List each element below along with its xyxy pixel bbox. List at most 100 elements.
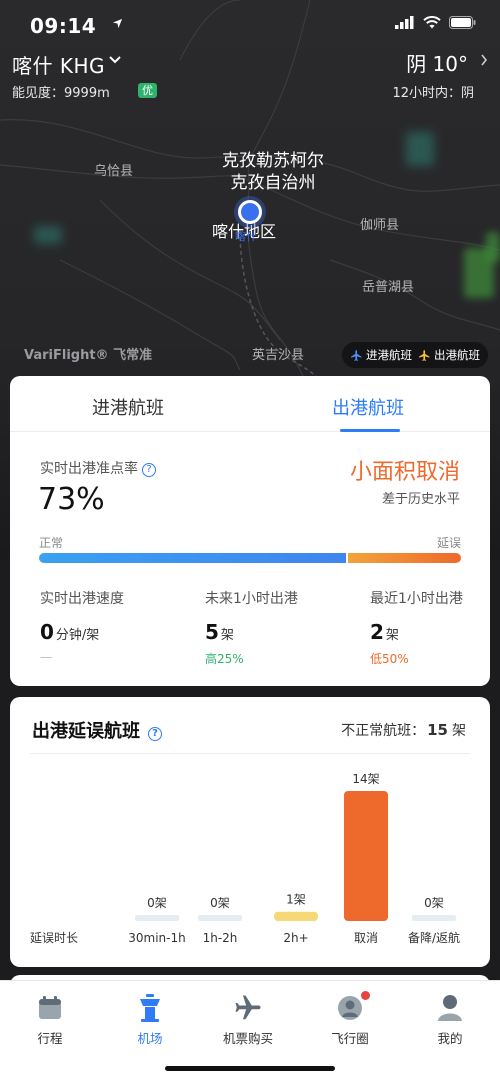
chart-bar — [344, 791, 388, 921]
flight-tabs: 进港航班 出港航班 — [10, 376, 490, 432]
legend-arrivals: 进港航班 — [350, 347, 412, 363]
chart-tick-label: 2h+ — [283, 931, 308, 945]
chevron-down-icon[interactable] — [109, 55, 121, 65]
help-icon[interactable]: ? — [142, 463, 156, 477]
visibility-row: 能见度：9999m 优 12小时内：阴 — [12, 82, 488, 102]
map-label-wuqia: 乌恰县 — [94, 164, 134, 179]
abnormal-unit: 架 — [452, 723, 466, 739]
departure-punctuality-card: 进港航班 出港航班 实时出港准点率? 73% 小面积取消 差于历史水平 正常 延… — [10, 376, 490, 686]
ontime-rate-label-text: 实时出港准点率 — [40, 461, 138, 477]
ontime-progress-delay — [348, 553, 461, 563]
nav-item-me[interactable]: 我的 — [410, 993, 490, 1047]
tab-departures[interactable]: 出港航班 — [332, 394, 404, 420]
nav-label-circle: 飞行圈 — [331, 1031, 369, 1046]
bar-label-normal: 正常 — [39, 536, 64, 550]
legend-departures: 出港航班 — [418, 347, 480, 363]
nav-label-trips: 行程 — [37, 1031, 63, 1046]
bar-label-delay: 延误 — [436, 536, 461, 550]
chart-tick-label: 30min-1h — [128, 931, 185, 945]
status-time: 09:14 — [30, 14, 97, 38]
departure-delay-card: 出港延误航班? 不正常航班： 15 架 延误时长 0架 30min-1h 0架 1h-2h 1… — [10, 697, 490, 967]
abnormal-value: 15 — [427, 721, 448, 739]
tab-arrivals[interactable]: 进港航班 — [92, 394, 164, 420]
chart-data-label: 0架 — [147, 896, 167, 910]
variflight-logo: VariFlight® 飞常准 — [24, 348, 153, 363]
chart-data-label: 0架 — [424, 896, 444, 910]
map-label-yuepuhu: 岳普湖县 — [362, 280, 415, 295]
stat-change: 低50% — [370, 652, 409, 666]
stat-value-number: 5 — [205, 620, 219, 644]
stat-value-unit: 架 — [220, 628, 234, 643]
stat-value: 0 分钟/架 — [40, 620, 124, 644]
plane-departure-icon — [419, 349, 430, 361]
delay-card-title: 出港延误航班? — [32, 717, 162, 743]
chart-data-label: 14架 — [352, 772, 379, 786]
map-label-kashgar-sub: 喀什 — [235, 230, 257, 243]
airport-name[interactable]: 喀什 KHG — [12, 50, 105, 79]
calendar-icon — [39, 996, 61, 1019]
chart-tick-label: 1h-2h — [203, 931, 238, 945]
nav-item-circle[interactable]: 飞行圈 — [310, 991, 390, 1047]
nav-label-tickets: 机票购买 — [222, 1031, 273, 1046]
map-label-yingjisha: 英吉沙县 — [252, 348, 305, 363]
wifi-icon — [423, 16, 441, 29]
abnormal-flights-count: 不正常航班： 15 架 — [341, 720, 466, 740]
airport-location-pin[interactable] — [238, 200, 262, 224]
stat-change: — — [40, 650, 52, 664]
abnormal-label: 不正常航班： — [341, 723, 426, 739]
ontime-rate-value: 73% — [38, 482, 105, 517]
status-bar: 09:14 — [0, 0, 500, 44]
battery-icon — [449, 16, 476, 29]
nav-item-trips[interactable]: 行程 — [10, 993, 90, 1047]
weather-now[interactable]: 阴 10° — [406, 48, 468, 77]
legend-arrivals-label: 进港航班 — [366, 348, 412, 362]
chart-bar — [412, 915, 456, 921]
stat-value-unit: 架 — [385, 628, 399, 643]
map-label-jiashi: 伽师县 — [360, 218, 400, 233]
location-arrow-icon — [112, 18, 123, 29]
tab-active-indicator — [340, 429, 400, 432]
status-icons — [395, 16, 476, 29]
nav-item-airport[interactable]: 机场 — [110, 993, 190, 1047]
map-label-kezhou-line1: 克孜勒苏柯尔 — [222, 151, 324, 171]
delay-card-title-text: 出港延误航班 — [32, 721, 140, 742]
airplane-icon — [235, 995, 261, 1020]
legend-departures-label: 出港航班 — [434, 348, 480, 362]
help-icon[interactable]: ? — [148, 727, 162, 741]
chart-tick-label: 备降/返航 — [408, 930, 460, 945]
ontime-progress-normal — [39, 553, 346, 563]
delay-bar-chart: 延误时长 0架 30min-1h 0架 1h-2h 1架 2h+ 14架取消 0架备降/返航 — [10, 757, 490, 967]
stat-last-hour: 最近1小时出港 2架 低50% — [370, 588, 463, 667]
notification-dot — [361, 991, 370, 1000]
chart-bar — [198, 915, 242, 921]
bottom-nav: 行程 机场 机票购买 飞行圈 我的 — [0, 980, 500, 1081]
airport-status: 小面积取消 — [349, 460, 460, 485]
stat-value-unit: 分钟/架 — [55, 628, 100, 643]
stat-next-hour: 未来1小时出港 5架 高25% — [205, 588, 298, 667]
stat-value: 5架 — [205, 620, 298, 644]
user-icon — [438, 995, 462, 1021]
plane-arrival-icon — [351, 349, 362, 361]
nav-item-tickets[interactable]: 机票购买 — [208, 993, 288, 1047]
cellular-signal-icon — [395, 16, 414, 29]
map-label-kezhou-line2: 克孜自治州 — [230, 173, 316, 193]
divider — [30, 753, 470, 754]
stat-departure-speed: 实时出港速度 0 分钟/架 — — [40, 588, 124, 664]
chevron-right-icon[interactable] — [480, 54, 488, 66]
chart-bar — [135, 915, 179, 921]
control-tower-icon — [140, 994, 160, 1022]
map-legend: 进港航班 出港航班 — [342, 342, 488, 368]
airport-status-compare: 差于历史水平 — [381, 492, 460, 507]
chart-tick-label: 取消 — [354, 931, 378, 945]
map-label-kezhou: 克孜勒苏柯尔 克孜自治州 — [222, 150, 324, 194]
community-icon — [338, 996, 362, 1020]
ontime-rate-label: 实时出港准点率? — [40, 458, 156, 478]
chart-data-label: 1架 — [286, 893, 306, 907]
stat-value: 2架 — [370, 620, 463, 644]
chart-data-label: 0架 — [210, 896, 230, 910]
stat-title: 最近1小时出港 — [370, 591, 463, 607]
stat-title: 实时出港速度 — [40, 591, 124, 607]
visibility-text: 能见度：9999m — [12, 86, 110, 101]
visibility-badge: 优 — [138, 83, 157, 98]
x-axis-label: 延误时长 — [30, 931, 78, 945]
